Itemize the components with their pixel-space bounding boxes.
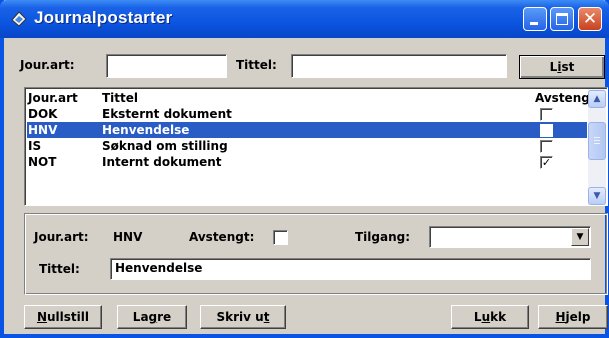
lagre-mnemonic: g <box>148 310 158 324</box>
detail-jourart-label: Jour.art: <box>34 230 89 244</box>
lukk-mnemonic: u <box>481 310 491 324</box>
list-row[interactable]: DOK Eksternt dokument <box>27 106 587 122</box>
hjelp-label-post: jelp <box>565 310 591 324</box>
tilgang-select[interactable]: ▼ <box>429 226 591 248</box>
detail-avstengt-label: Avstengt: <box>189 230 255 244</box>
window-title: Journalpostarter <box>34 8 173 27</box>
scroll-down-icon: ▼ <box>593 191 601 201</box>
detail-tittel-input[interactable]: Henvendelse <box>110 258 591 280</box>
list-row[interactable]: HNV Henvendelse <box>27 122 587 138</box>
row-jourart: IS <box>28 139 42 153</box>
lukk-label-pre: L <box>473 310 482 324</box>
row-avstengt-checkbox[interactable] <box>540 108 553 121</box>
row-avstengt-checkbox[interactable] <box>540 124 553 137</box>
row-tittel: Internt dokument <box>102 155 222 169</box>
lukk-button[interactable]: Lukk <box>451 305 529 329</box>
close-icon: ✕ <box>582 9 598 29</box>
detail-tittel-label: Tittel: <box>39 262 80 276</box>
nullstill-label-post: ullstill <box>47 310 90 324</box>
list-scrollbar[interactable]: ▲ ▼ <box>588 89 606 205</box>
scroll-thumb[interactable] <box>588 122 606 160</box>
list-button-label-post: st <box>561 60 575 74</box>
list-header: Jour.art Tittel Avstengt <box>27 90 596 106</box>
column-header-avstengt[interactable]: Avstengt <box>535 90 596 106</box>
row-tittel: Søknad om stilling <box>102 139 228 153</box>
jourart-search-label: Jour.art: <box>20 58 75 72</box>
column-header-jourart[interactable]: Jour.art <box>28 90 78 106</box>
app-icon <box>11 11 27 27</box>
scroll-up-icon: ▲ <box>593 94 601 104</box>
row-tittel: Henvendelse <box>102 123 190 137</box>
nullstill-button[interactable]: Nullstill <box>24 305 102 329</box>
list-button[interactable]: List <box>519 55 605 79</box>
skriv-ut-mnemonic: t <box>263 310 270 324</box>
column-header-tittel[interactable]: Tittel <box>102 90 138 106</box>
jourart-search-input[interactable] <box>106 54 227 78</box>
row-jourart: HNV <box>28 123 58 137</box>
maximize-button[interactable] <box>550 7 574 31</box>
lagre-label-pre: La <box>132 310 149 324</box>
nullstill-mnemonic: N <box>36 310 48 324</box>
title-bar[interactable]: Journalpostarter ✕ <box>0 0 609 38</box>
minimize-icon <box>530 22 538 25</box>
lukk-label-post: kk <box>490 310 507 324</box>
dropdown-arrow-icon: ▼ <box>576 232 584 242</box>
checkmark-icon: ✓ <box>541 156 552 169</box>
detail-tilgang-label: Tilgang: <box>355 230 411 244</box>
scroll-up-button[interactable]: ▲ <box>588 90 606 108</box>
row-jourart: NOT <box>28 155 57 169</box>
hjelp-button[interactable]: Hjelp <box>538 305 608 329</box>
row-avstengt-checkbox[interactable] <box>540 140 553 153</box>
lagre-label-post: re <box>157 310 172 324</box>
maximize-icon <box>556 13 568 25</box>
close-button[interactable]: ✕ <box>578 7 602 31</box>
skriv-ut-button[interactable]: Skriv ut <box>200 305 286 329</box>
row-tittel: Eksternt dokument <box>102 107 232 121</box>
scroll-down-button[interactable]: ▼ <box>588 187 606 205</box>
minimize-button[interactable] <box>523 7 547 31</box>
detail-avstengt-checkbox[interactable] <box>273 230 288 245</box>
detail-tittel-value: Henvendelse <box>115 261 203 275</box>
detail-panel: Jour.art: HNV Avstengt: Tilgang: ▼ Titte… <box>24 213 608 295</box>
skriv-ut-label-pre: Skriv u <box>216 310 264 324</box>
tittel-search-label: Tittel: <box>236 58 277 72</box>
row-jourart: DOK <box>28 107 58 121</box>
hjelp-mnemonic: H <box>555 310 566 324</box>
tilgang-dropdown-button[interactable]: ▼ <box>571 228 589 246</box>
tittel-search-input[interactable] <box>291 54 507 78</box>
detail-jourart-value: HNV <box>113 230 143 244</box>
row-avstengt-checkbox[interactable]: ✓ <box>540 156 553 169</box>
list-row[interactable]: IS Søknad om stilling <box>27 138 587 154</box>
list-row[interactable]: NOT Internt dokument ✓ <box>27 154 587 170</box>
lagre-button[interactable]: Lagre <box>117 305 187 329</box>
window: Journalpostarter ✕ Jour.art: Tittel: Lis… <box>0 0 609 338</box>
journalpostart-list[interactable]: Jour.art Tittel Avstengt DOK Eksternt dok… <box>24 87 608 206</box>
